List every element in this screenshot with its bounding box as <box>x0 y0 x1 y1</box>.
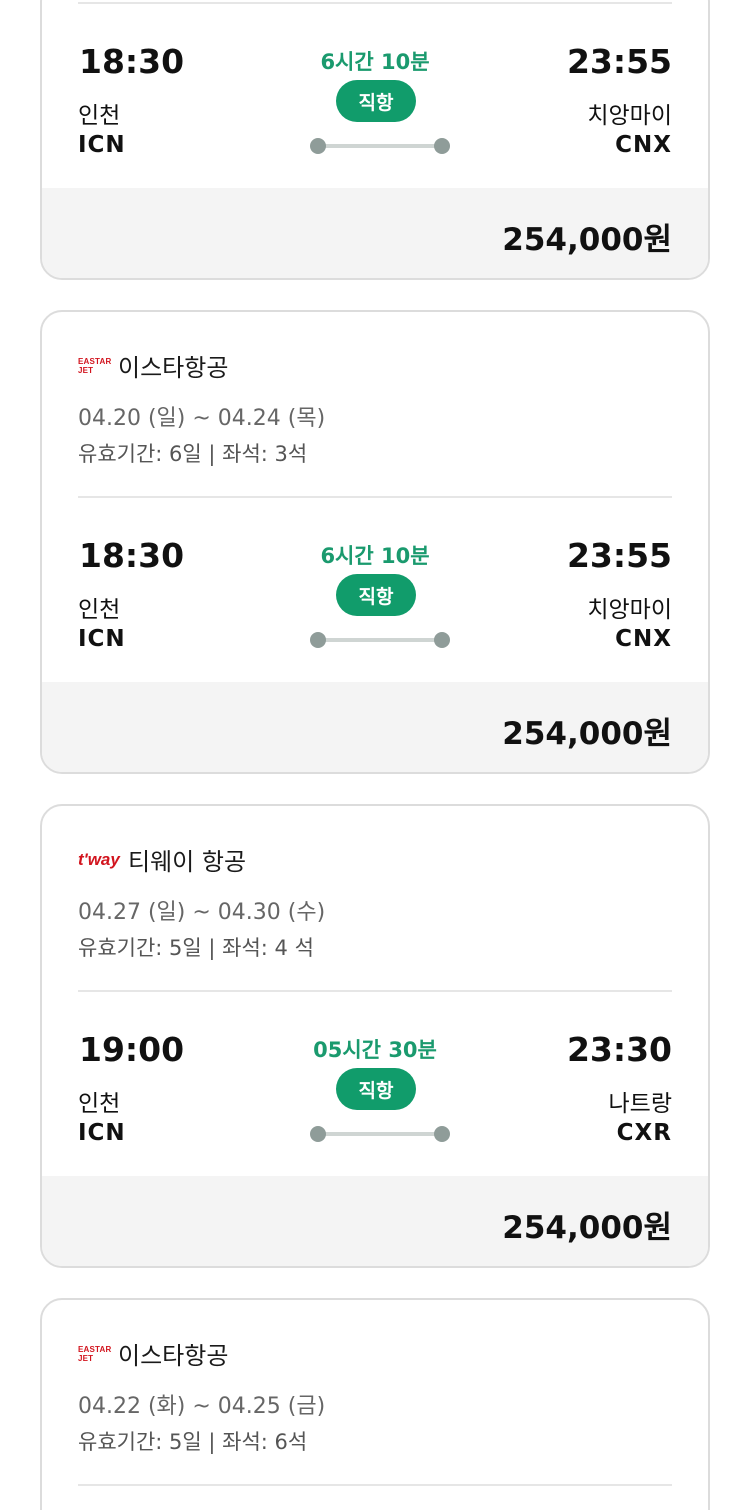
airline-name: 이스타항공 <box>118 354 229 382</box>
flight-route: 19:00 인천 ICN 05시간 30분 직항 23:30 나트랑 CXR <box>42 992 708 1176</box>
departure-city: 인천 <box>78 1091 121 1117</box>
flight-deal-list: 18:30 인천 ICN 6시간 10분 직항 23:55 치앙마이 CNX 2… <box>0 0 750 1510</box>
arrival-city: 치앙마이 <box>587 103 672 129</box>
eastar-jet-logo: EASTAR JET <box>78 356 112 375</box>
destination-dot-icon <box>434 632 450 648</box>
direct-flight-badge: 직항 <box>336 80 416 122</box>
airline-row: EASTAR JET 이스타항공 <box>78 1336 228 1371</box>
arrival-city: 치앙마이 <box>587 597 672 623</box>
destination-dot-icon <box>434 1126 450 1142</box>
route-line <box>310 138 450 154</box>
arrival-code: CXR <box>616 1120 672 1146</box>
flight-route: 18:30 인천 ICN 6시간 10분 직항 23:55 치앙마이 CNX <box>42 498 708 682</box>
validity-seats: 유효기간: 5일 | 좌석: 6석 <box>78 1430 308 1454</box>
card-divider <box>78 1484 672 1486</box>
flight-route: 18:30 인천 ICN 6시간 10분 직항 23:55 치앙마이 CNX <box>42 4 708 188</box>
departure-code: ICN <box>78 1120 126 1146</box>
origin-dot-icon <box>310 632 326 648</box>
arrival-city: 나트랑 <box>608 1091 672 1117</box>
flight-card[interactable]: t'way 티웨이 항공 04.27 (일) ~ 04.30 (수) 유효기간:… <box>40 804 710 1268</box>
flight-card[interactable]: EASTAR JET 이스타항공 04.22 (화) ~ 04.25 (금) 유… <box>40 1298 710 1510</box>
route-line <box>310 632 450 648</box>
direct-flight-badge: 직항 <box>336 1068 416 1110</box>
tway-logo: t'way <box>78 849 120 869</box>
price: 254,000원 <box>502 716 672 752</box>
price-row: 254,000원 <box>42 188 708 278</box>
arrival-time: 23:55 <box>566 536 672 575</box>
price-row: 254,000원 <box>42 1176 708 1266</box>
price-row: 254,000원 <box>42 682 708 772</box>
travel-dates: 04.22 (화) ~ 04.25 (금) <box>78 1394 326 1419</box>
airline-row: EASTAR JET 이스타항공 <box>78 348 228 383</box>
travel-dates: 04.20 (일) ~ 04.24 (목) <box>78 406 326 431</box>
airline-name: 이스타항공 <box>118 1342 229 1370</box>
route-line <box>310 1126 450 1142</box>
airline-row: t'way 티웨이 항공 <box>78 842 246 877</box>
origin-dot-icon <box>310 138 326 154</box>
arrival-code: CNX <box>615 132 672 158</box>
departure-code: ICN <box>78 132 126 158</box>
flight-card[interactable]: 18:30 인천 ICN 6시간 10분 직항 23:55 치앙마이 CNX 2… <box>40 0 710 280</box>
eastar-jet-logo: EASTAR JET <box>78 1344 112 1363</box>
airline-name: 티웨이 항공 <box>128 848 247 876</box>
validity-seats: 유효기간: 5일 | 좌석: 4 석 <box>78 936 314 960</box>
origin-dot-icon <box>310 1126 326 1142</box>
card-header: EASTAR JET 이스타항공 04.20 (일) ~ 04.24 (목) 유… <box>42 312 708 498</box>
arrival-code: CNX <box>615 626 672 652</box>
departure-city: 인천 <box>78 103 121 129</box>
departure-code: ICN <box>78 626 126 652</box>
validity-seats: 유효기간: 6일 | 좌석: 3석 <box>78 442 308 466</box>
arrival-time: 23:55 <box>566 42 672 81</box>
travel-dates: 04.27 (일) ~ 04.30 (수) <box>78 900 326 925</box>
card-header: t'way 티웨이 항공 04.27 (일) ~ 04.30 (수) 유효기간:… <box>42 806 708 992</box>
direct-flight-badge: 직항 <box>336 574 416 616</box>
destination-dot-icon <box>434 138 450 154</box>
price: 254,000원 <box>502 1210 672 1246</box>
price: 254,000원 <box>502 222 672 258</box>
departure-city: 인천 <box>78 597 121 623</box>
card-header: EASTAR JET 이스타항공 04.22 (화) ~ 04.25 (금) 유… <box>42 1300 708 1486</box>
flight-card[interactable]: EASTAR JET 이스타항공 04.20 (일) ~ 04.24 (목) 유… <box>40 310 710 774</box>
arrival-time: 23:30 <box>566 1030 672 1069</box>
